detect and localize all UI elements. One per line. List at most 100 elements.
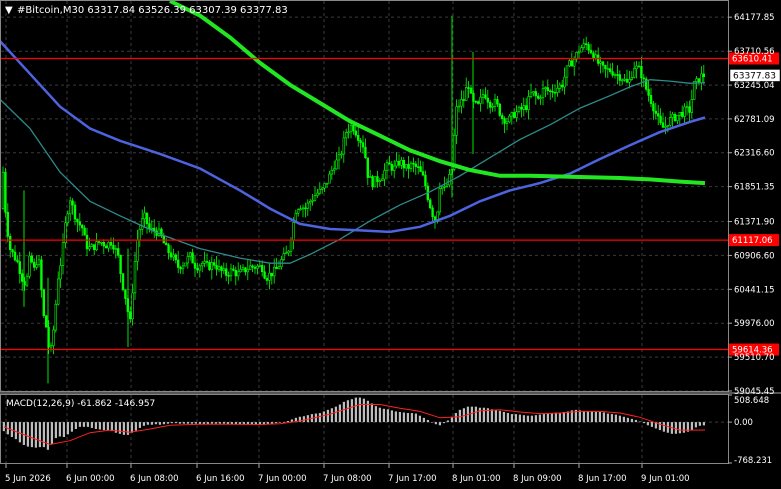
candle-body <box>133 261 137 294</box>
candle-body <box>680 111 684 117</box>
macd-bar <box>178 422 181 424</box>
macd-bar <box>274 422 277 424</box>
candle-body <box>505 121 509 124</box>
candle-body <box>673 114 677 121</box>
candle-body <box>237 271 240 277</box>
candle-body <box>52 329 55 346</box>
candle-body <box>93 244 96 251</box>
candle-body <box>220 266 223 271</box>
candle-body <box>308 201 312 204</box>
candle-body <box>169 252 173 258</box>
candle-body <box>414 163 417 167</box>
candle-body <box>131 292 134 320</box>
candle-body <box>608 68 612 72</box>
macd-bar <box>390 410 393 423</box>
candle-body <box>25 275 29 286</box>
macd-bar <box>566 411 569 423</box>
candle-body <box>249 265 252 270</box>
macd-bar <box>582 410 585 423</box>
price-tick-label: 60906.60 <box>734 251 775 261</box>
candle-body <box>121 273 125 290</box>
candle-body <box>83 227 86 236</box>
candle-body <box>623 78 626 81</box>
candle-body <box>205 261 209 263</box>
candle-body <box>587 44 590 51</box>
macd-bar <box>86 422 89 427</box>
macd-bar <box>402 412 405 423</box>
price-tick-label: 60441.15 <box>734 285 775 295</box>
macd-bar <box>546 413 549 423</box>
macd-bar <box>542 414 545 423</box>
candle-body <box>625 78 629 83</box>
candle-body <box>438 188 441 213</box>
macd-bar <box>374 406 377 423</box>
candle-body <box>129 311 132 320</box>
macd-bar <box>598 411 601 423</box>
macd-bar <box>526 415 529 423</box>
macd-bar <box>494 409 497 423</box>
macd-bar <box>394 411 397 423</box>
candle-body <box>532 91 535 94</box>
candle-body <box>356 135 360 141</box>
macd-bar <box>606 413 609 423</box>
macd-bar <box>326 409 329 423</box>
macd-bar <box>346 400 349 423</box>
time-tick-label: 8 Jun 09:00 <box>513 474 562 484</box>
candle-body <box>498 103 501 116</box>
candle-body <box>251 265 254 268</box>
candle-body <box>628 79 631 83</box>
time-tick-label: 6 Jun 16:00 <box>196 474 245 484</box>
macd-bar <box>210 422 213 424</box>
candle-body <box>213 262 216 266</box>
macd-bar <box>618 415 621 423</box>
macd-bar <box>586 411 589 423</box>
candle-body <box>11 249 14 253</box>
candle-body <box>42 289 46 317</box>
time-tick-label: 5 Jun 2026 <box>5 474 51 484</box>
macd-bar <box>150 422 153 425</box>
macd-bar <box>418 415 421 423</box>
candle-body <box>517 106 521 112</box>
macd-bar <box>446 420 449 423</box>
candle-body <box>484 94 487 99</box>
candle-body <box>671 114 674 118</box>
candle-body <box>577 51 581 54</box>
current-price-label: 63377.83 <box>733 71 776 81</box>
candle-body <box>270 272 273 277</box>
candle-body <box>440 186 444 189</box>
macd-bar <box>338 404 341 423</box>
price-tick-label: 63245.04 <box>734 81 775 91</box>
candle-body <box>620 79 624 82</box>
macd-bar <box>14 422 17 440</box>
candle-body <box>455 106 458 136</box>
macd-bar <box>118 422 121 434</box>
macd-bar <box>194 422 197 424</box>
macd-bar <box>134 422 137 431</box>
candle-body <box>515 111 518 118</box>
candle-body <box>402 160 405 169</box>
macd-bar <box>370 403 373 423</box>
candle-body <box>100 241 103 244</box>
macd-bar <box>482 407 485 423</box>
current-price-tag: 63377.83 <box>729 69 781 82</box>
chart-canvas[interactable]: 63610.4161117.0659614.36 64177.8563710.5… <box>0 0 781 489</box>
macd-bar <box>282 422 285 423</box>
candle-body <box>311 199 314 202</box>
candle-body <box>1 171 5 209</box>
macd-bar <box>690 422 693 431</box>
candle-body <box>366 157 369 178</box>
macd-bar <box>94 422 97 430</box>
candle-body <box>112 245 115 250</box>
chart-menu-arrow-icon[interactable]: ▼ <box>5 5 13 16</box>
candle-body <box>460 99 463 107</box>
candle-body <box>512 112 516 118</box>
candle-body <box>4 171 7 213</box>
macd-bar <box>562 411 565 423</box>
time-tick-label: 6 Jun 08:00 <box>130 474 179 484</box>
macd-bar <box>30 422 33 448</box>
candle-body <box>524 105 528 110</box>
candle-body <box>580 47 583 53</box>
candle-body <box>241 267 245 270</box>
candle-body <box>347 131 350 134</box>
macd-bar <box>634 419 637 423</box>
